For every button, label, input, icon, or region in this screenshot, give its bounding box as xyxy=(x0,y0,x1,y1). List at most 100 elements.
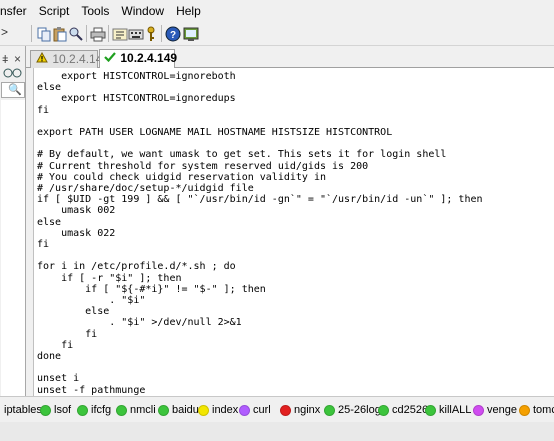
status-dot-icon xyxy=(280,404,291,416)
status-dot-icon xyxy=(77,404,88,416)
menu-help[interactable]: Help xyxy=(170,0,207,22)
terminal-line: . "$i" xyxy=(37,295,145,306)
status-dot-icon xyxy=(473,404,484,416)
check-icon xyxy=(103,50,117,67)
terminal-line: for i in /etc/profile.d/*.sh ; do xyxy=(37,261,236,272)
quick-button-label: ifcfg xyxy=(91,404,112,416)
quick-button-label: 25-26log xyxy=(338,404,381,416)
terminal-line-text: # Current threshold for system reserved … xyxy=(37,160,369,172)
toolbar-separator xyxy=(161,25,162,42)
terminal-line: done xyxy=(37,351,61,362)
screen-icon[interactable] xyxy=(183,26,199,42)
terminal-line: export HISTCONTROL=ignoreboth xyxy=(37,71,236,82)
status-dot-icon xyxy=(239,404,250,416)
terminal-line: else xyxy=(37,82,61,93)
quick-button-2[interactable]: ifcfg xyxy=(77,402,111,418)
quick-button-10[interactable]: killALL xyxy=(425,402,471,418)
terminal-line: unset i xyxy=(37,373,79,384)
terminal-line: else xyxy=(37,306,109,317)
terminal-line-text: export HISTCONTROL=ignoreboth xyxy=(37,71,236,82)
quick-button-label: lsof xyxy=(54,404,72,416)
keymap-icon[interactable] xyxy=(128,26,144,42)
transfer-icon[interactable] xyxy=(112,26,128,42)
toolbar: > ? xyxy=(0,22,554,46)
session-search-input[interactable]: 🔍 xyxy=(1,82,25,98)
terminal-line: fi xyxy=(37,329,97,340)
terminal-line-text: umask 002 xyxy=(37,205,116,217)
terminal-line: export HISTCONTROL=ignoredups xyxy=(37,93,236,104)
status-dot-icon xyxy=(116,404,127,416)
menu-transfer[interactable]: nsfer xyxy=(0,0,33,22)
quick-button-1[interactable]: lsof xyxy=(40,402,71,418)
terminal-line: # Current threshold for system reserved … xyxy=(37,161,368,172)
terminal-line-text: if [ $UID -gt 199 ] && [ "`/usr/bin/id -… xyxy=(37,194,483,206)
terminal-line-text: else xyxy=(37,306,110,318)
quick-button-3[interactable]: nmcli xyxy=(116,402,156,418)
status-dot-icon xyxy=(425,404,436,416)
quick-button-7[interactable]: nginx xyxy=(280,402,320,418)
quick-button-label: nginx xyxy=(294,404,321,416)
button-bar: iptables lsof ifcfg nmcli baidu index curl ngin… xyxy=(0,396,554,422)
terminal-line-text: if [ "${-#*i}" != "$-" ]; then xyxy=(37,283,266,295)
quick-button-label: baidu xyxy=(172,404,199,416)
quick-button-label: cd2526 xyxy=(392,404,429,416)
status-dot-icon xyxy=(324,404,335,416)
find-session-icon[interactable] xyxy=(2,68,24,83)
quick-button-0[interactable]: iptables xyxy=(4,402,42,418)
quick-button-11[interactable]: venge xyxy=(473,402,517,418)
terminal-line: else xyxy=(37,217,61,228)
terminal-line-text: done xyxy=(37,351,62,362)
terminal-line: unset -f pathmunge xyxy=(37,385,145,396)
copy-icon[interactable] xyxy=(36,26,52,42)
menu-tools[interactable]: Tools xyxy=(75,0,115,22)
session-list[interactable] xyxy=(1,100,25,396)
tab-session-2[interactable]: 10.2.4.149 xyxy=(99,49,177,69)
paste-icon[interactable] xyxy=(52,26,68,42)
terminal-line: if [ $UID -gt 199 ] && [ "`/usr/bin/id -… xyxy=(37,194,483,205)
terminal-view[interactable]: export HISTCONTROL=ignoreboth else export… xyxy=(33,68,554,396)
quick-button-label: curl xyxy=(253,404,271,416)
quick-button-6[interactable]: curl xyxy=(239,402,271,418)
terminal-line-text: umask 022 xyxy=(37,227,116,239)
terminal-line-text: export HISTCONTROL=ignoredups xyxy=(37,93,236,105)
terminal-line: if [ -r "$i" ]; then xyxy=(37,272,182,284)
terminal-line-text: # By default, we want umask to get set. … xyxy=(37,149,447,161)
terminal-line: # You could check uidgid reservation val… xyxy=(37,172,326,183)
terminal-line-text: unset i xyxy=(37,373,80,385)
print-icon[interactable] xyxy=(90,26,106,42)
bottom-strip xyxy=(0,422,554,441)
svg-text:?: ? xyxy=(170,30,176,41)
key-icon[interactable] xyxy=(143,26,159,42)
help-icon[interactable]: ? xyxy=(165,26,181,42)
quick-button-4[interactable]: baidu xyxy=(158,402,199,418)
terminal-line-text: unset -f pathmunge xyxy=(37,384,146,396)
quick-button-label: index xyxy=(212,404,239,416)
quick-button-8[interactable]: 25-26log xyxy=(324,402,381,418)
terminal-line: fi xyxy=(37,239,49,250)
tab-session-1[interactable]: 10.2.4.149 xyxy=(30,50,109,68)
terminal-line-text: fi xyxy=(37,239,50,250)
quick-button-12[interactable]: tomca xyxy=(519,402,554,418)
terminal-line-text: # You could check uidgid reservation val… xyxy=(37,171,326,183)
close-icon[interactable]: × xyxy=(14,52,21,66)
pin-icon[interactable]: ǂ xyxy=(2,54,8,66)
menu-script[interactable]: Script xyxy=(33,0,76,22)
terminal-line: fi xyxy=(37,105,49,116)
terminal-line-text: else xyxy=(37,82,62,94)
terminal-line: export PATH USER LOGNAME MAIL HOSTNAME H… xyxy=(37,127,392,138)
quick-button-label: venge xyxy=(487,404,517,416)
terminal-line-text: fi xyxy=(37,104,50,116)
status-dot-icon xyxy=(198,404,209,416)
toolbar-arrow-icon[interactable]: > xyxy=(1,25,8,39)
menu-window[interactable]: Window xyxy=(115,0,170,22)
search-icon[interactable]: 🔍 xyxy=(8,84,22,96)
quick-button-9[interactable]: cd2526 xyxy=(378,402,428,418)
quick-button-label: iptables xyxy=(4,404,42,416)
terminal-line-text: else xyxy=(37,216,62,228)
menu-bar: nsfer Script Tools Window Help xyxy=(0,0,554,22)
quick-button-5[interactable]: index xyxy=(198,402,238,418)
terminal-line-text: if [ -r "$i" ]; then xyxy=(37,272,182,284)
terminal-line: # By default, we want umask to get set. … xyxy=(37,149,446,160)
find-icon[interactable] xyxy=(68,26,84,42)
tab-strip: 10.2.4.149 10.2.4.149 xyxy=(26,46,554,69)
